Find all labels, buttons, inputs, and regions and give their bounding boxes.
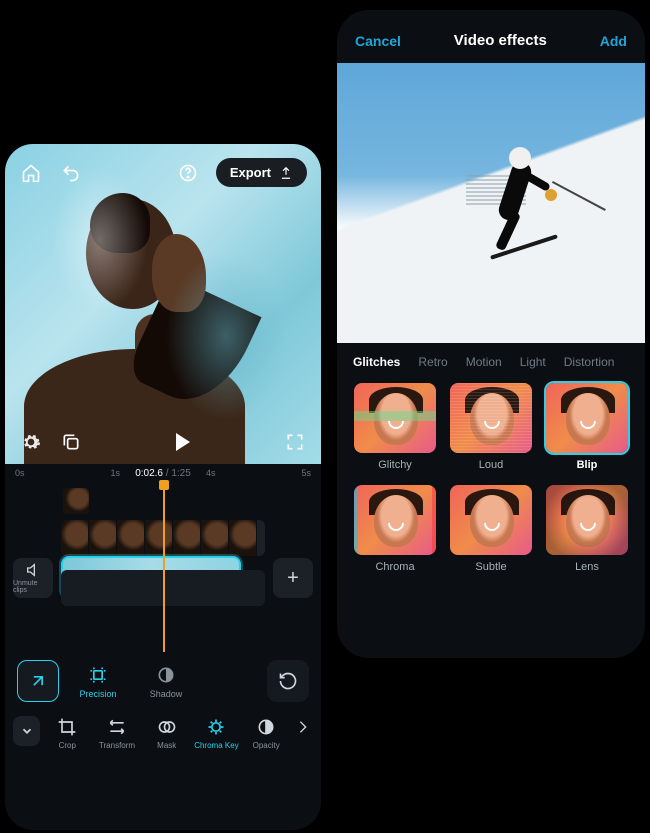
chevron-icon [295,717,311,737]
transform-tool[interactable]: Transform [94,716,140,750]
effect-loud[interactable]: Loud [449,383,533,471]
unmute-button[interactable]: Unmute clips [13,558,53,598]
undo-icon[interactable] [59,161,83,185]
tool-label: Transform [99,741,135,750]
tool-label: Opacity [253,741,280,750]
effect-label: Subtle [475,561,506,573]
expand-tool-button[interactable] [17,660,59,702]
opacity-tool[interactable]: Opacity [243,716,289,750]
home-icon[interactable] [19,161,43,185]
playhead[interactable] [163,484,165,652]
effect-label: Loud [479,459,503,471]
add-track-button[interactable]: + [273,558,313,598]
chevron-down-icon [20,724,34,738]
help-icon[interactable] [176,161,200,185]
tab-glitches[interactable]: Glitches [353,355,400,369]
effect-grid: Glitchy Loud Blip Chroma Subtle Lens [337,377,645,589]
opacity-icon [256,717,276,737]
cancel-button[interactable]: Cancel [355,33,401,49]
ruler-mark: 1s [110,468,120,484]
ruler-mark: 0s [15,468,25,484]
ruler-mark: 4s [206,468,216,484]
effect-lens[interactable]: Lens [545,485,629,573]
mask-tool[interactable]: Mask [144,716,190,750]
page-title: Video effects [454,32,547,49]
crop-icon [57,717,77,737]
effect-thumbnail [546,485,628,555]
ruler-mark: 5s [301,468,311,484]
add-button[interactable]: Add [600,33,627,49]
effect-category-tabs: Glitches Retro Motion Light Distortion [337,343,645,377]
effect-blip[interactable]: Blip [545,383,629,471]
effect-thumbnail [354,485,436,555]
video-editor-screen: Export 0s 1s 0:02.6 / 1:25 [5,144,321,830]
effects-header: Cancel Video effects Add [337,10,645,63]
clip-thumbnail[interactable] [63,488,89,514]
reset-button[interactable] [267,660,309,702]
crop-tool[interactable]: Crop [44,716,90,750]
play-icon [176,433,190,451]
tab-retro[interactable]: Retro [418,355,447,369]
tool-label: Chroma Key [194,741,238,750]
effect-thumbnail [450,383,532,453]
expand-icon [28,671,48,691]
shadow-tool[interactable]: Shadow [137,664,195,699]
precision-icon [88,665,108,685]
fullscreen-icon[interactable] [283,430,307,454]
unmute-label: Unmute clips [13,580,53,594]
tool-label: Crop [59,741,76,750]
effect-thumbnail [546,383,628,453]
effect-glitchy[interactable]: Glitchy [353,383,437,471]
export-label: Export [230,165,271,180]
transform-icon [107,717,127,737]
collapse-tools-button[interactable] [13,716,40,746]
gear-icon[interactable] [19,430,43,454]
copy-icon[interactable] [59,430,83,454]
upload-icon [279,166,293,180]
time-display: 0:02.6 / 1:25 [135,468,191,479]
chromakey-tool[interactable]: Chroma Key [194,716,240,750]
precision-label: Precision [79,689,116,699]
shadow-label: Shadow [150,689,183,699]
video-effects-screen: Cancel Video effects Add Glitches Retro … [337,10,645,658]
preview-subject [24,176,245,464]
video-preview[interactable]: Export [5,144,321,464]
mask-icon [157,717,177,737]
chromakey-icon [206,717,226,737]
export-button[interactable]: Export [216,158,307,187]
tool-label: Mask [157,741,176,750]
tab-light[interactable]: Light [520,355,546,369]
plus-icon: + [287,567,299,590]
effect-thumbnail [450,485,532,555]
effect-preview[interactable] [337,63,645,343]
speaker-icon [25,562,41,578]
preview-subject [485,141,565,261]
effect-chroma[interactable]: Chroma [353,485,437,573]
more-tools[interactable] [293,716,313,738]
effect-label: Chroma [375,561,414,573]
tab-motion[interactable]: Motion [466,355,502,369]
effect-label: Blip [577,459,598,471]
effect-label: Glitchy [378,459,412,471]
play-button[interactable] [171,430,195,454]
reset-icon [278,671,298,691]
effect-subtle[interactable]: Subtle [449,485,533,573]
tool-row-secondary: Crop Transform Mask Chroma Key Opacity [5,710,321,760]
precision-tool[interactable]: Precision [69,664,127,699]
effect-label: Lens [575,561,599,573]
shadow-icon [156,665,176,685]
tool-row-primary: Precision Shadow [5,652,321,710]
timeline[interactable]: Unmute clips + [5,484,321,652]
effect-thumbnail [354,383,436,453]
tab-distortion[interactable]: Distortion [564,355,615,369]
